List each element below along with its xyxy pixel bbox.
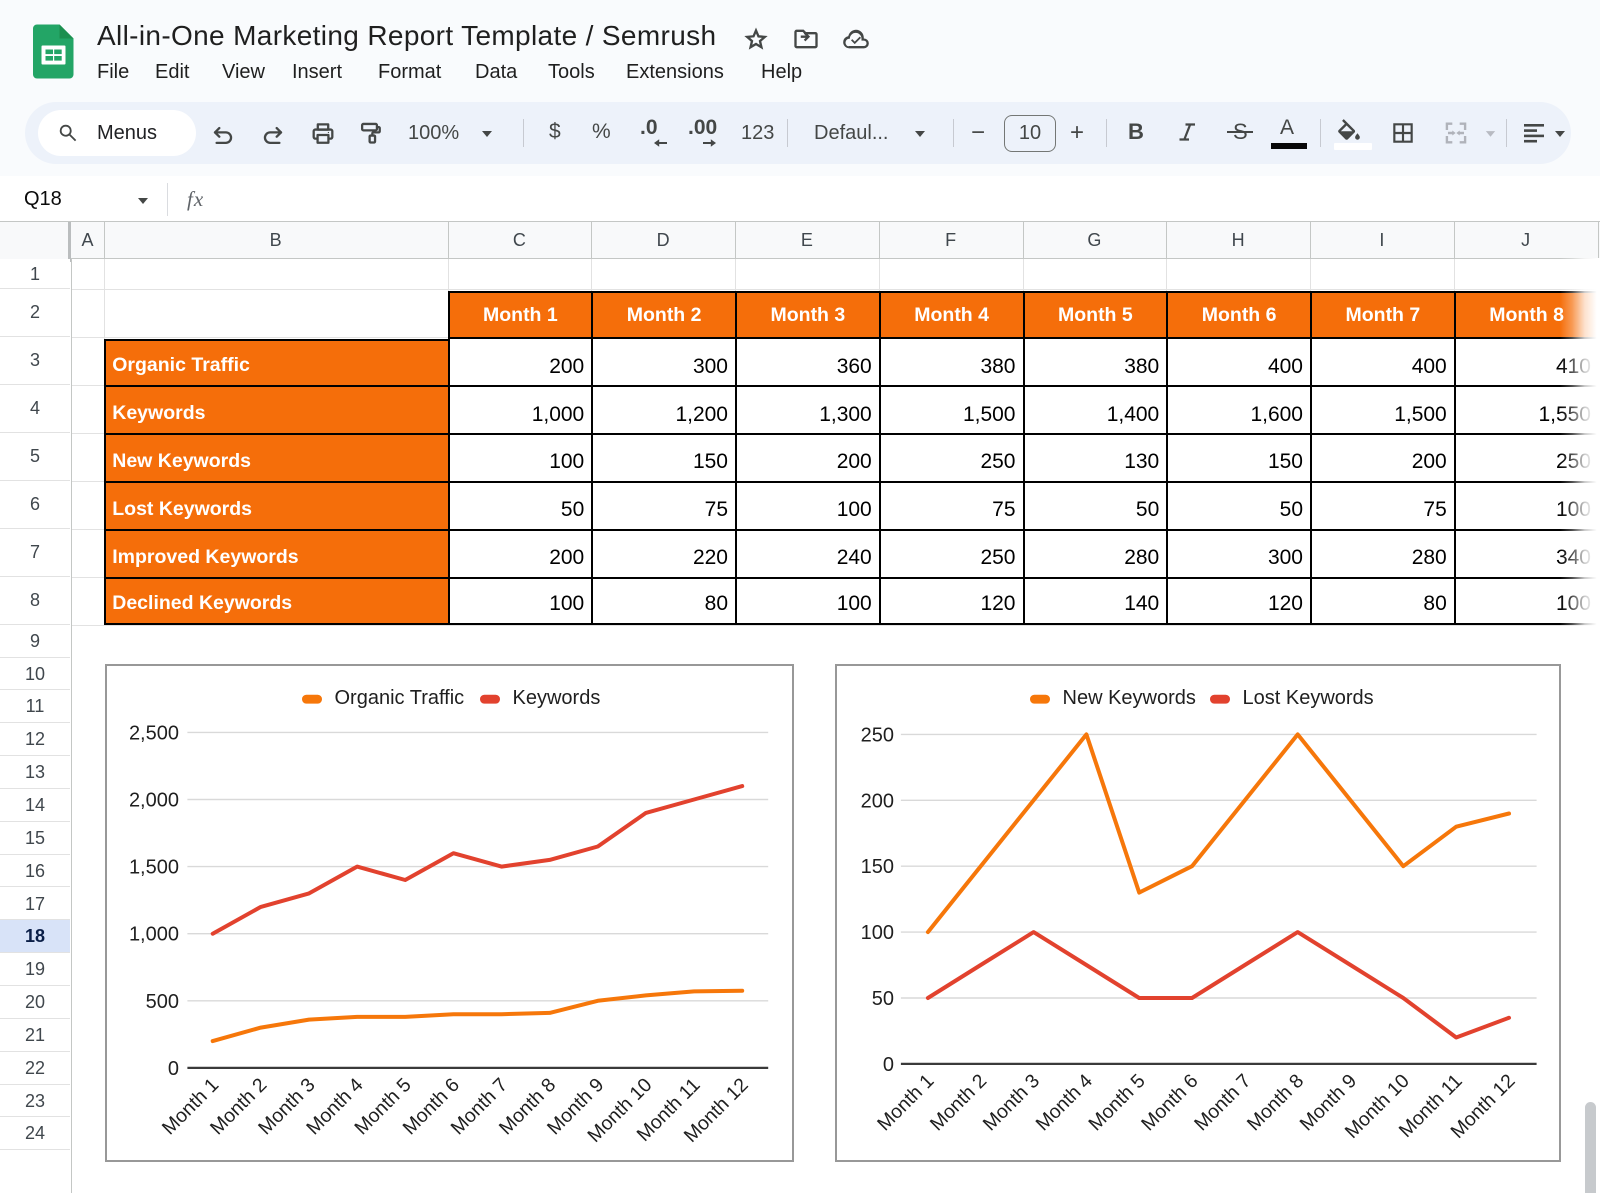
svg-text:Month 1: Month 1 [873, 1069, 938, 1134]
svg-text:Month 7: Month 7 [1190, 1069, 1255, 1134]
svg-text:Month 5: Month 5 [1084, 1069, 1149, 1134]
svg-text:Month 8: Month 8 [1243, 1069, 1308, 1134]
svg-text:1,500: 1,500 [128, 856, 178, 878]
svg-text:500: 500 [145, 990, 178, 1012]
svg-text:0: 0 [883, 1053, 894, 1075]
svg-text:1,000: 1,000 [128, 923, 178, 945]
svg-text:Organic Traffic: Organic Traffic [334, 686, 464, 708]
svg-text:100: 100 [861, 922, 894, 944]
svg-text:Month 2: Month 2 [926, 1069, 991, 1134]
svg-text:200: 200 [861, 790, 894, 812]
svg-text:2,000: 2,000 [128, 789, 178, 811]
svg-text:Keywords: Keywords [512, 686, 600, 708]
svg-text:2,500: 2,500 [128, 722, 178, 744]
svg-text:New Keywords: New Keywords [1063, 686, 1196, 708]
svg-text:Month 6: Month 6 [1137, 1069, 1202, 1134]
svg-text:Lost Keywords: Lost Keywords [1243, 686, 1374, 708]
svg-text:0: 0 [167, 1057, 178, 1079]
svg-text:250: 250 [861, 724, 894, 746]
svg-text:50: 50 [872, 988, 894, 1010]
svg-text:150: 150 [861, 856, 894, 878]
svg-text:Month 4: Month 4 [1032, 1069, 1097, 1134]
svg-text:Month 3: Month 3 [979, 1069, 1044, 1134]
